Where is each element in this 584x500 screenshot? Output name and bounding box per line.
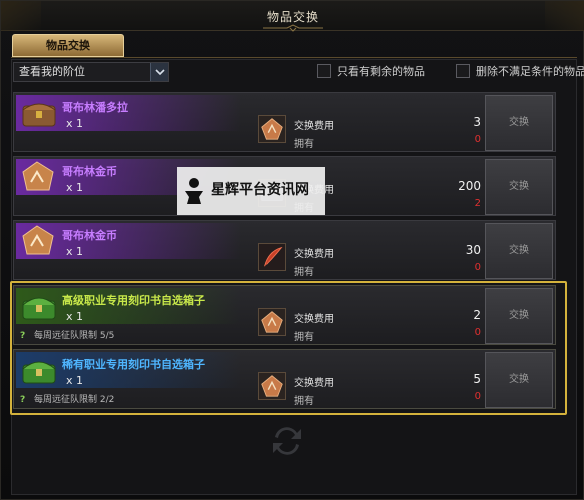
owned-label: 拥有 <box>294 267 314 278</box>
watermark: 星辉平台资讯网 <box>177 167 325 215</box>
tab-item-exchange[interactable]: 物品交换 <box>12 34 124 57</box>
exchange-button[interactable]: 交换 <box>485 95 553 151</box>
owned-value: 2 <box>474 198 481 209</box>
item-quantity: x 1 <box>66 181 84 194</box>
title-corner-right <box>545 1 584 31</box>
cost-value: 30 <box>465 243 481 257</box>
cost-label: 交换费用 <box>294 121 334 132</box>
item-quantity: x 1 <box>66 245 84 258</box>
currency-icon <box>258 115 286 143</box>
highlight-frame <box>10 281 567 415</box>
title-ornament-icon <box>263 24 323 32</box>
cost-value: 200 <box>458 179 481 193</box>
window-title: 物品交换 <box>266 10 319 24</box>
tab-divider <box>11 57 577 58</box>
item-quantity: x 1 <box>66 117 84 130</box>
exchange-button[interactable]: 交换 <box>485 159 553 215</box>
checkbox-hide-unmet-label: 删除不满足条件的物品 <box>476 65 584 78</box>
list-item: 哥布林金币 x 1 交换费用 拥有 30 0 交换 <box>13 220 556 280</box>
item-name: 哥布林金币 <box>62 229 117 242</box>
checkbox-hide-unmet[interactable]: 删除不满足条件的物品 <box>456 64 584 80</box>
title-bar: 物品交换 <box>1 1 584 32</box>
exchange-window: 物品交换 物品交换 查看我的阶位 只看有剩余的物品 删除不满足条件的物品 哥布林… <box>0 0 584 500</box>
cost-label: 交换费用 <box>294 249 334 260</box>
item-name: 哥布林潘多拉 <box>62 101 128 114</box>
exchange-button[interactable]: 交换 <box>485 223 553 279</box>
chevron-down-icon[interactable] <box>150 63 168 81</box>
checkbox-hide-unmet-box[interactable] <box>456 64 470 78</box>
owned-label: 拥有 <box>294 139 314 150</box>
title-corner-left <box>1 1 41 31</box>
feather-icon <box>258 243 286 271</box>
list-item: 哥布林潘多拉 x 1 交换费用 拥有 3 0 交换 <box>13 92 556 152</box>
checkbox-remaining-only[interactable]: 只看有剩余的物品 <box>317 64 447 80</box>
owned-value: 0 <box>474 134 481 145</box>
meeple-icon <box>185 178 203 204</box>
tier-select-value: 查看我的阶位 <box>19 65 85 78</box>
exchange-emblem-icon <box>273 427 301 455</box>
owned-value: 0 <box>474 262 481 273</box>
checkbox-remaining-label: 只看有剩余的物品 <box>337 65 425 78</box>
coin-icon <box>22 225 54 255</box>
coin-icon <box>22 161 54 191</box>
checkbox-remaining-box[interactable] <box>317 64 331 78</box>
watermark-text: 星辉平台资讯网 <box>211 182 309 198</box>
cost-value: 3 <box>473 115 481 129</box>
tier-select[interactable]: 查看我的阶位 <box>13 62 169 82</box>
item-name: 哥布林金币 <box>62 165 117 178</box>
chest-icon <box>22 103 56 127</box>
